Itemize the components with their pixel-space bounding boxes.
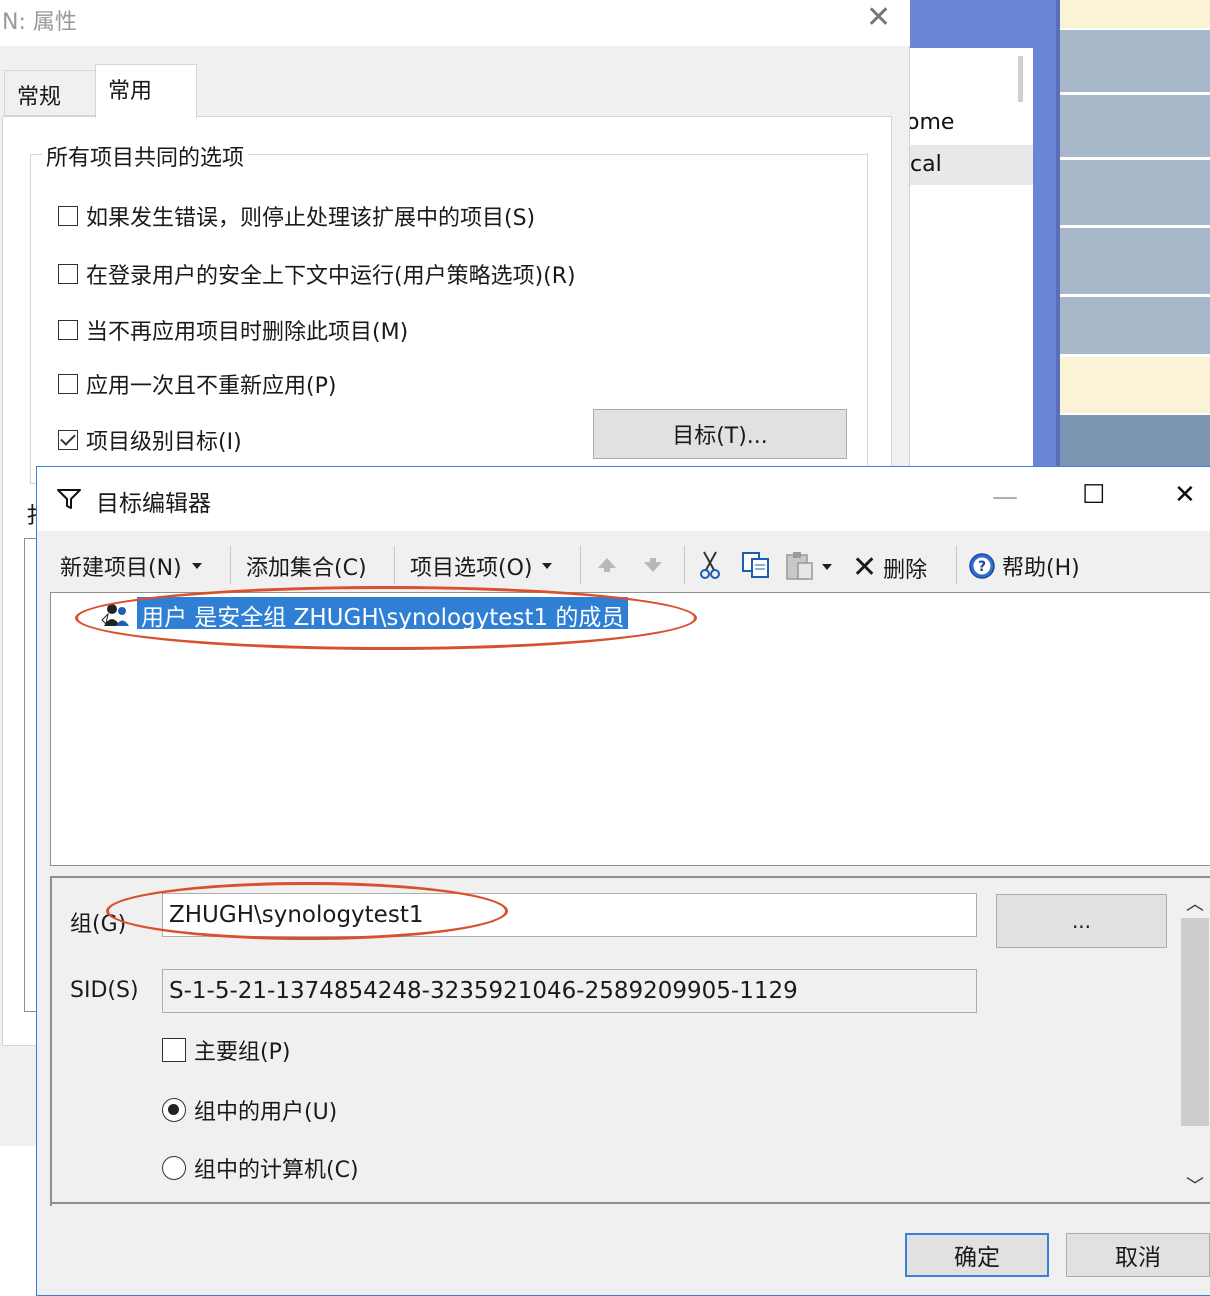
option-label: 组中的用户(U) [194, 1100, 338, 1125]
scroll-up-icon[interactable]: ︿ [1186, 890, 1204, 916]
background-list-item[interactable]: ome [906, 110, 954, 135]
move-down-icon[interactable] [642, 556, 664, 574]
toolbar-separator [956, 546, 957, 584]
background-stripe [1060, 95, 1210, 157]
item-options-menu[interactable]: 项目选项(O) [410, 550, 553, 582]
delete-button[interactable]: ✕ 删除 [852, 550, 927, 585]
tab-label: 常规 [17, 85, 62, 110]
group-label: 组(G) [70, 912, 127, 937]
option-apply-once[interactable]: 应用一次且不重新应用(P) [58, 368, 336, 400]
toolbar-separator [684, 546, 685, 584]
help-button[interactable]: ? 帮助(H) [968, 550, 1080, 582]
option-label: 在登录用户的安全上下文中运行(用户策略选项)(R) [86, 264, 576, 289]
tab-general[interactable]: 常规 [4, 70, 96, 116]
svg-text:?: ? [978, 559, 986, 575]
minimize-icon[interactable]: — [992, 482, 1018, 512]
chevron-down-icon [191, 563, 202, 569]
cancel-button[interactable]: 取消 [1066, 1233, 1210, 1277]
group-title: 所有项目共同的选项 [42, 140, 249, 172]
background-list-scrollbar[interactable] [1018, 56, 1023, 102]
option-label: 主要组(P) [194, 1040, 291, 1065]
option-label: 项目级别目标(I) [86, 430, 242, 455]
toolbar-separator [230, 546, 231, 584]
targeting-button[interactable]: 目标(T)... [593, 409, 847, 459]
sid-field[interactable]: S-1-5-21-1374854248-3235921046-258920990… [162, 969, 977, 1013]
checkbox[interactable] [162, 1038, 186, 1062]
browse-group-button[interactable]: ... [996, 894, 1167, 948]
background-stripe [1060, 30, 1210, 92]
move-up-icon[interactable] [596, 556, 618, 574]
ok-button[interactable]: 确定 [905, 1233, 1049, 1277]
copy-icon[interactable] [740, 550, 774, 580]
menu-label: 添加集合(C) [246, 556, 367, 581]
tab-label: 常用 [108, 79, 153, 104]
toolbar-separator [580, 546, 581, 584]
toolbar-separator [394, 546, 395, 584]
filter-icon [57, 489, 81, 509]
option-label: 应用一次且不重新应用(P) [86, 374, 337, 399]
properties-footer-edge [0, 1046, 36, 1146]
option-remove-when-not-applied[interactable]: 当不再应用项目时删除此项目(M) [58, 314, 408, 346]
option-stop-on-error[interactable]: 如果发生错误，则停止处理该扩展中的项目(S) [58, 200, 535, 232]
cut-icon[interactable] [698, 550, 722, 580]
chevron-down-icon [542, 563, 553, 569]
checkbox[interactable] [58, 374, 78, 394]
option-run-in-user-context[interactable]: 在登录用户的安全上下文中运行(用户策略选项)(R) [58, 258, 576, 290]
menu-label: 帮助(H) [1002, 556, 1080, 581]
group-field[interactable]: ZHUGH\synologytest1 [162, 893, 977, 937]
checkbox[interactable] [58, 206, 78, 226]
help-icon: ? [969, 553, 995, 579]
add-collection-button[interactable]: 添加集合(C) [246, 550, 367, 582]
checkbox[interactable] [58, 320, 78, 340]
new-item-menu[interactable]: 新建项目(N) [60, 550, 202, 582]
paste-icon[interactable] [784, 550, 820, 582]
menu-label: 新建项目(N) [60, 556, 182, 581]
targeting-items-list [50, 592, 1210, 866]
close-icon[interactable]: ✕ [866, 0, 891, 35]
properties-title: N: 属性 [2, 10, 77, 35]
radio-user-in-group[interactable]: 组中的用户(U) [162, 1094, 337, 1126]
background-stripe [1060, 0, 1210, 28]
target-editor-toolbar: 新建项目(N) 添加集合(C) 项目选项(O) ✕ 删除 ? 帮助(H) [50, 538, 1210, 592]
targeting-item-selected[interactable]: 用户 是安全组 ZHUGH\synologytest1 的成员 [137, 597, 629, 631]
primary-group-option[interactable]: 主要组(P) [162, 1034, 290, 1066]
target-editor-titlebar [37, 467, 1210, 531]
radio-button[interactable] [162, 1156, 186, 1180]
radio-button-selected[interactable] [162, 1098, 186, 1122]
delete-x-icon: ✕ [852, 550, 878, 585]
menu-label: 项目选项(O) [410, 556, 533, 581]
properties-titlebar [0, 0, 910, 46]
option-item-level-targeting[interactable]: 项目级别目标(I) [58, 424, 242, 456]
pane-bottom-border [52, 1202, 1210, 1204]
close-icon[interactable]: ✕ [1174, 480, 1196, 510]
background-list-item[interactable]: cal [910, 152, 942, 177]
tab-common[interactable]: 常用 [95, 64, 197, 118]
option-label: 组中的计算机(C) [194, 1158, 359, 1183]
option-label: 如果发生错误，则停止处理该扩展中的项目(S) [86, 206, 536, 231]
paste-dropdown-icon[interactable] [822, 564, 832, 570]
maximize-icon[interactable]: ☐ [1082, 480, 1105, 510]
option-label: 当不再应用项目时删除此项目(M) [86, 320, 409, 345]
menu-label: 删除 [883, 557, 928, 583]
background-stripe [1060, 228, 1210, 294]
background-stripe [1060, 415, 1210, 470]
scrollbar-thumb[interactable] [1181, 918, 1209, 1126]
background-stripe [1060, 297, 1210, 354]
sid-label: SID(S) [70, 978, 139, 1003]
checkbox[interactable] [58, 264, 78, 284]
checkbox-checked[interactable] [58, 430, 78, 450]
radio-computer-in-group[interactable]: 组中的计算机(C) [162, 1152, 359, 1184]
security-group-icon [101, 602, 130, 626]
scroll-down-icon[interactable]: ﹀ [1186, 1172, 1204, 1198]
background-stripe [1060, 357, 1210, 413]
target-editor-title: 目标编辑器 [96, 491, 211, 517]
background-stripe [1060, 160, 1210, 225]
